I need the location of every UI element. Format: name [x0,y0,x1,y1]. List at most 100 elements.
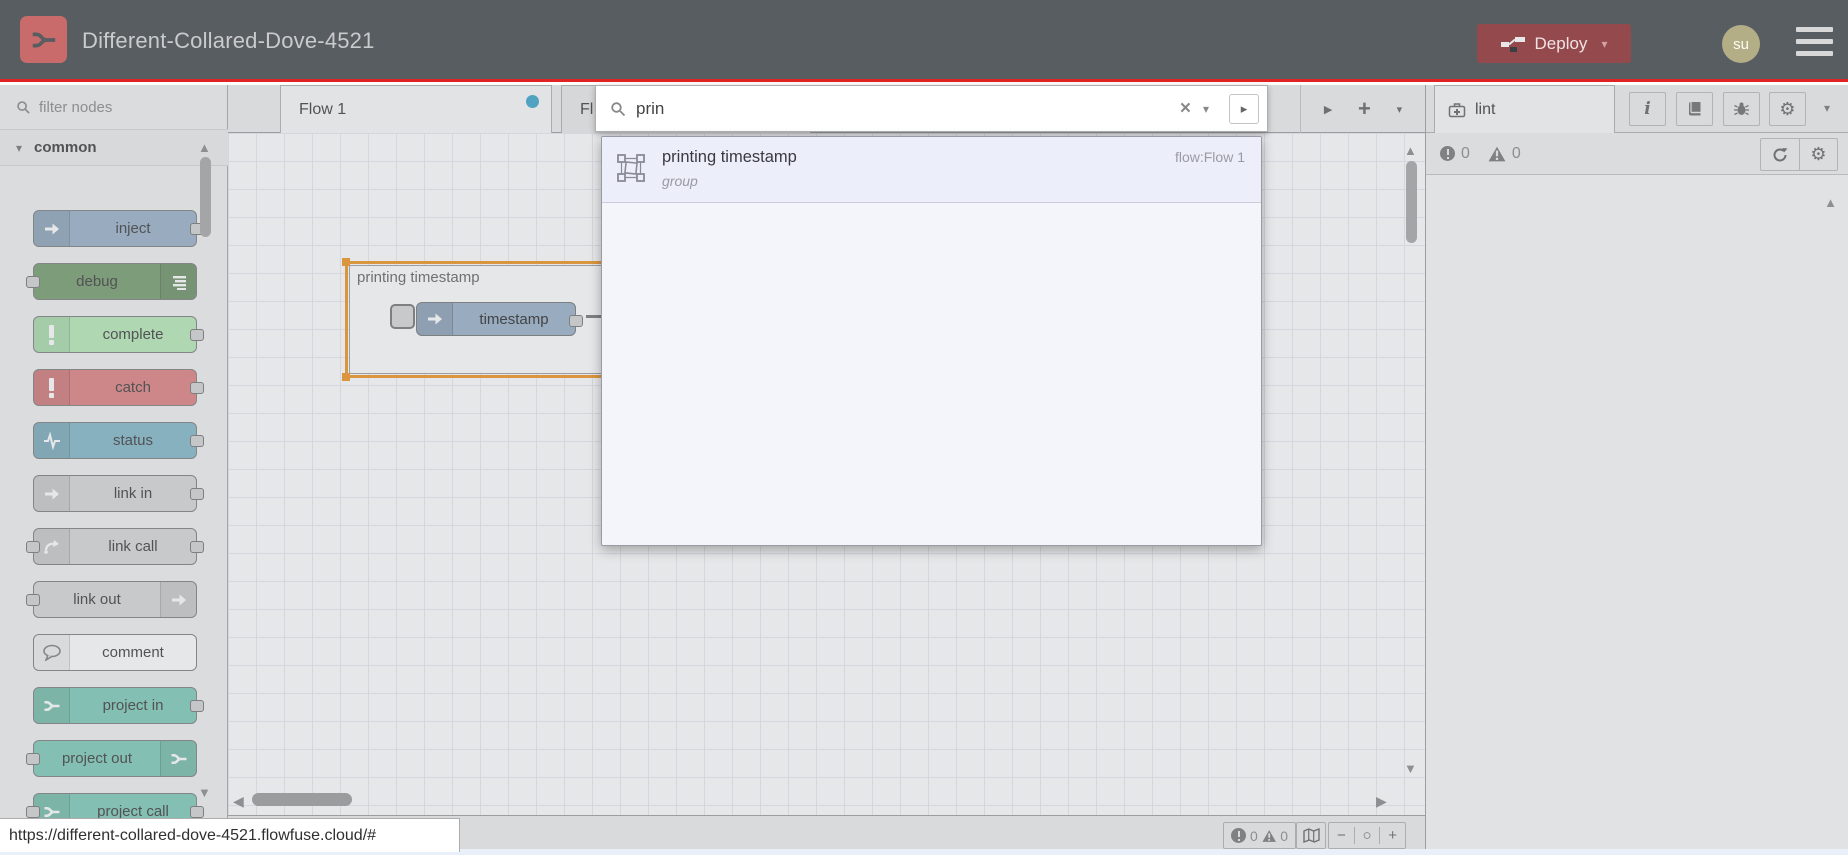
node-output-port [190,329,204,341]
palette-filter [0,85,228,130]
palette-category-label: common [34,139,97,156]
search-results-panel: printing timestamp group flow:Flow 1 [601,136,1262,546]
list-flows-caret-icon[interactable]: ▾ [1397,103,1403,116]
palette-scrollbar-thumb[interactable] [200,157,211,237]
node-group-printing-timestamp[interactable]: printing timestamp timestamp [342,258,638,381]
sidebar-tab-label: lint [1475,100,1496,118]
scroll-tabs-right-icon[interactable]: ▶ [1324,103,1332,116]
result-location: flow:Flow 1 [1174,149,1245,165]
node-output-port [190,382,204,394]
palette-node-debug[interactable]: debug [26,263,197,300]
canvas-vscrollbar-thumb[interactable] [1406,161,1417,243]
sidebar-info-button[interactable]: i [1629,92,1666,126]
lint-panel-content: ▲ [1426,175,1848,855]
zoom-in-button[interactable]: + [1379,827,1405,844]
sidebar-menu-caret-icon[interactable]: ▾ [1824,101,1830,115]
palette-scroll-up-icon[interactable]: ▲ [198,140,211,155]
browser-status-url: https://different-collared-dove-4521.flo… [0,818,460,852]
flowfuse-logo-icon [20,16,67,63]
inject-icon [34,211,70,246]
pulse-icon [34,423,70,458]
canvas-notification-counts[interactable]: 0 0 [1223,822,1296,849]
sidebar: lint i ⚙ ▾ 0 0 ⚙ ▲ [1425,85,1848,855]
deploy-icon [1500,36,1525,52]
palette-filter-input[interactable] [39,98,189,116]
inject-trigger-button[interactable] [390,304,415,329]
zoom-out-button[interactable]: − [1329,827,1354,844]
gear-icon: ⚙ [1779,98,1796,119]
sidebar-help-button[interactable] [1676,92,1713,126]
info-icon: i [1644,99,1651,119]
canvas-scroll-down-icon[interactable]: ▼ [1404,761,1417,776]
unsaved-changes-dot [526,95,539,108]
palette-category-common[interactable]: ▾ common [0,130,228,166]
palette-node-project-out[interactable]: project out [26,740,197,777]
sidebar-debug-button[interactable] [1723,92,1760,126]
lint-refresh-button[interactable] [1761,139,1799,170]
canvas-scroll-up-icon[interactable]: ▲ [1404,143,1417,158]
search-input[interactable] [636,98,1170,119]
palette-scroll-down-icon[interactable]: ▼ [198,785,211,800]
refresh-icon [1773,147,1788,161]
palette-node-status[interactable]: status [33,422,204,459]
node-input-port [26,753,40,765]
group-icon [616,153,646,188]
tab-toolbar: ▶ + ▾ [1300,85,1425,133]
sidebar-scroll-up-icon[interactable]: ▲ [1824,195,1837,210]
menu-bar-icon [1796,27,1833,32]
chevron-down-icon: ▾ [16,140,23,155]
canvas-hscrollbar-thumb[interactable] [252,793,352,806]
zoom-reset-button[interactable]: ○ [1353,827,1380,844]
deploy-button[interactable]: Deploy ▾ [1477,24,1631,63]
deploy-options-caret-icon[interactable]: ▾ [1601,37,1607,51]
canvas-scroll-left-icon[interactable]: ◀ [233,793,244,810]
link-arrow-icon [34,476,70,511]
palette-node-catch[interactable]: catch [33,369,204,406]
canvas-node-timestamp[interactable]: timestamp [416,302,583,336]
canvas-scroll-right-icon[interactable]: ▶ [1376,793,1387,810]
palette-node-label: project in [102,697,164,714]
add-flow-button[interactable]: + [1358,98,1371,120]
main-menu-button[interactable] [1796,27,1833,56]
link-arrow-icon [160,582,196,617]
lint-settings-button[interactable]: ⚙ [1799,139,1837,170]
node-output-port [190,806,204,818]
search-options-caret-icon[interactable]: ▾ [1203,102,1209,116]
header: Different-Collared-Dove-4521 Deploy ▾ su [0,0,1848,82]
palette-node-link-call[interactable]: link call [26,528,204,565]
sidebar-config-button[interactable]: ⚙ [1769,92,1806,126]
palette-node-complete[interactable]: complete [33,316,204,353]
node-output-port [190,488,204,500]
warning-triangle-icon [1488,146,1506,161]
instance-title: Different-Collared-Dove-4521 [82,28,375,53]
palette-node-label: debug [76,273,118,290]
palette-node-inject[interactable]: inject [33,210,204,247]
clear-search-icon[interactable]: × [1180,99,1191,118]
lint-warning-count: 0 [1511,144,1521,162]
palette-node-link-out[interactable]: link out [26,581,197,618]
palette-node-comment[interactable]: comment [33,634,197,671]
sidebar-tab-lint[interactable]: lint [1434,85,1615,133]
palette-node-label: link out [73,591,121,608]
search-history-button[interactable]: ▸ [1229,93,1259,124]
group-label: printing timestamp [357,269,480,286]
search-result-row[interactable]: printing timestamp group flow:Flow 1 [602,137,1261,203]
node-label: timestamp [479,310,549,328]
navigator-toggle-button[interactable] [1296,822,1326,849]
palette-node-label: comment [102,644,164,661]
node-output-port[interactable] [569,315,583,327]
warning-count: 0 [1280,827,1288,844]
node-input-port [26,594,40,606]
debug-icon [160,264,196,299]
group-handle[interactable] [342,373,350,381]
group-handle[interactable] [342,258,350,266]
project-icon [160,741,196,776]
user-avatar[interactable]: su [1722,25,1760,63]
book-icon [1688,102,1700,116]
tab-flow-1[interactable]: Flow 1 [280,85,552,133]
bug-icon [1734,102,1749,116]
palette-node-project-in[interactable]: project in [33,687,204,724]
palette-node-link-in[interactable]: link in [33,475,204,512]
project-icon [34,688,70,723]
result-type: group [662,173,698,189]
